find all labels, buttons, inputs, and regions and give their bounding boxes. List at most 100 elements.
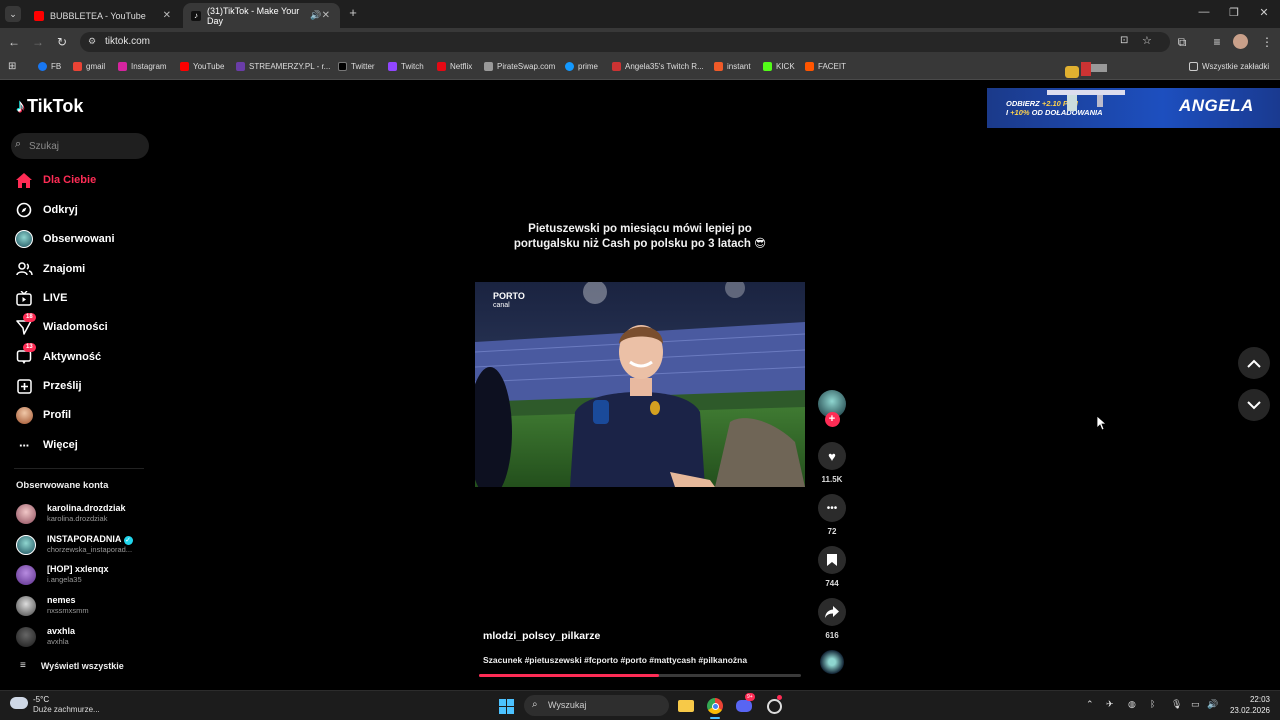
bookmark-pirateswap[interactable]: PirateSwap.com	[484, 62, 555, 71]
tray-overflow-icon[interactable]: ⌃	[1086, 699, 1094, 710]
volume-icon[interactable]: 🔊	[1207, 699, 1218, 710]
close-tab-icon[interactable]: ✕	[163, 10, 171, 21]
next-video-button[interactable]	[1238, 389, 1270, 421]
faceit-icon	[805, 62, 814, 71]
followed-account[interactable]: nemes nxssmxsmm	[16, 593, 151, 619]
followed-account[interactable]: avxhla avxhla	[16, 624, 151, 650]
new-tab-button[interactable]: +	[343, 5, 363, 20]
video-overlay-caption: Pietuszewski po miesiącu mówi lepiej po …	[513, 223, 767, 250]
home-icon	[14, 170, 34, 190]
nav-live[interactable]: LIVE	[14, 286, 149, 310]
bookmark-kick[interactable]: KICK	[763, 62, 795, 71]
all-bookmarks[interactable]: Wszystkie zakładki	[1189, 62, 1269, 71]
reload-icon[interactable]: ↻	[54, 35, 70, 49]
bookmark-twitter[interactable]: Twitter	[338, 62, 375, 71]
tab-tiktok[interactable]: ♪ (31)TikTok - Make Your Day 🔊 ✕	[183, 3, 340, 28]
taskbar-search[interactable]: ⌕ Wyszukaj	[524, 695, 669, 716]
minimize-button[interactable]: —	[1194, 6, 1214, 18]
upload-icon	[14, 376, 34, 396]
instagram-icon	[118, 62, 127, 71]
install-icon[interactable]: ⊡	[1120, 35, 1128, 46]
nav-messages[interactable]: 18 Wiadomości	[14, 313, 149, 339]
nav-activity[interactable]: 13 Aktywność	[14, 343, 149, 369]
nav-profile[interactable]: Profil	[14, 403, 149, 427]
steam-icon[interactable]	[765, 695, 783, 715]
chevron-down-icon	[1247, 400, 1261, 409]
weather-description: Duże zachmurze...	[33, 705, 100, 714]
video-frame	[475, 282, 805, 487]
bookmark-faceit[interactable]: FACEIT	[805, 62, 846, 71]
bookmark-star-icon[interactable]: ☆	[1142, 34, 1152, 47]
media-control-icon[interactable]: ≡	[1209, 35, 1225, 49]
clock-time[interactable]: 22:03	[1230, 695, 1270, 704]
menu-icon[interactable]: ⋮	[1259, 35, 1275, 49]
followed-accounts-title: Obserwowane konta	[16, 480, 109, 491]
windows-start-icon[interactable]	[497, 697, 515, 715]
previous-video-button[interactable]	[1238, 347, 1270, 379]
back-icon[interactable]: ←	[6, 35, 22, 49]
bookmark-instagram[interactable]: Instagram	[118, 62, 167, 71]
nav-for-you[interactable]: Dla Ciebie	[14, 168, 149, 192]
address-bar[interactable]: ⚙ tiktok.com ⊡ ☆	[80, 32, 1170, 52]
close-window-button[interactable]: ✕	[1254, 6, 1274, 19]
search-box: ⌕	[11, 133, 149, 159]
save-button[interactable]: 744	[817, 546, 847, 588]
microphone-icon[interactable]: 🎙	[1171, 699, 1182, 710]
active-app-indicator	[710, 717, 720, 719]
ad-banner[interactable]: ODBIERZ +2.10 PLN I +10% OD DOŁADOWANIA …	[987, 62, 1280, 128]
apps-icon[interactable]: ⊞	[8, 61, 16, 72]
like-button[interactable]: ♥ 11.5K	[817, 442, 847, 484]
bookmark-youtube[interactable]: YouTube	[180, 62, 224, 71]
bookmark-gmail[interactable]: gmail	[73, 62, 105, 71]
close-tab-icon[interactable]: ✕	[322, 10, 330, 21]
tray-discord-icon[interactable]: ◍	[1128, 699, 1136, 710]
bookmark-twitch[interactable]: Twitch	[388, 62, 424, 71]
nav-explore[interactable]: Odkryj	[14, 198, 149, 222]
messages-badge: 18	[23, 313, 36, 322]
forward-icon[interactable]: →	[30, 35, 46, 49]
tray-bluetooth-icon[interactable]: ᛒ	[1150, 699, 1155, 709]
mouse-cursor	[1097, 416, 1107, 431]
follow-plus-icon[interactable]: +	[824, 412, 840, 427]
file-explorer-icon[interactable]	[677, 697, 695, 715]
bookmark-instant[interactable]: instant	[714, 62, 751, 71]
bookmark-netflix[interactable]: Netflix	[437, 62, 472, 71]
followed-account[interactable]: INSTAPORADNIA ✓ chorzewska_instaporad...	[16, 532, 151, 558]
folder-icon	[1189, 62, 1198, 71]
followed-account[interactable]: karolina.drozdziak karolina.drozdziak	[16, 501, 151, 527]
show-all-button[interactable]: ≡ Wyświetl wszystkie	[20, 660, 124, 671]
network-icon[interactable]: ▭	[1191, 699, 1200, 710]
tiktok-logo[interactable]: ♪ TikTok	[16, 96, 83, 117]
bookmark-prime[interactable]: prime	[565, 62, 598, 71]
share-button[interactable]: 616	[817, 598, 847, 640]
chrome-icon[interactable]	[706, 697, 724, 715]
creator-avatar-button[interactable]: +	[817, 390, 847, 427]
tiktok-sidebar: ♪ TikTok ⌕ Dla Ciebie Odkryj Obserwowani…	[0, 80, 160, 690]
bookmark-streamerzy[interactable]: STREAMERZY.PL - r...	[236, 62, 330, 71]
search-input[interactable]	[29, 133, 144, 159]
followed-account[interactable]: [HOP] xxlenqx i.angela35	[16, 562, 151, 588]
nav-upload[interactable]: Prześlij	[14, 374, 149, 398]
clock-date[interactable]: 23.02.2026	[1226, 706, 1270, 715]
comment-button[interactable]: ••• 72	[817, 494, 847, 536]
video-author[interactable]: mlodzi_polscy_pilkarze	[483, 630, 600, 642]
speaker-icon[interactable]: 🔊	[310, 10, 321, 21]
video-progress-bar[interactable]	[479, 674, 801, 677]
bookmark-fb[interactable]: FB	[38, 62, 61, 71]
restore-button[interactable]: ❐	[1224, 6, 1244, 19]
tab-youtube[interactable]: BUBBLETEA - YouTube ✕	[26, 3, 181, 28]
site-info-icon[interactable]: ⚙	[88, 36, 96, 47]
nav-friends[interactable]: Znajomi	[14, 257, 149, 281]
nav-following[interactable]: Obserwowani	[14, 227, 149, 251]
video-player[interactable]: PORTO canal	[475, 282, 805, 487]
nav-more[interactable]: ··· Więcej	[14, 433, 149, 457]
bookmark-twitch-recap[interactable]: Angela35's Twitch R...	[612, 62, 704, 71]
discord-icon[interactable]: 9+	[735, 693, 755, 715]
extensions-icon[interactable]: ⧉	[1174, 35, 1190, 49]
music-disc[interactable]	[817, 650, 847, 674]
avatar	[16, 565, 36, 585]
bookmark-icon	[818, 546, 846, 574]
tab-list-icon[interactable]: ⌄	[5, 6, 21, 22]
tray-app-icon[interactable]: ✈	[1106, 699, 1114, 710]
profile-avatar[interactable]	[1233, 34, 1248, 49]
